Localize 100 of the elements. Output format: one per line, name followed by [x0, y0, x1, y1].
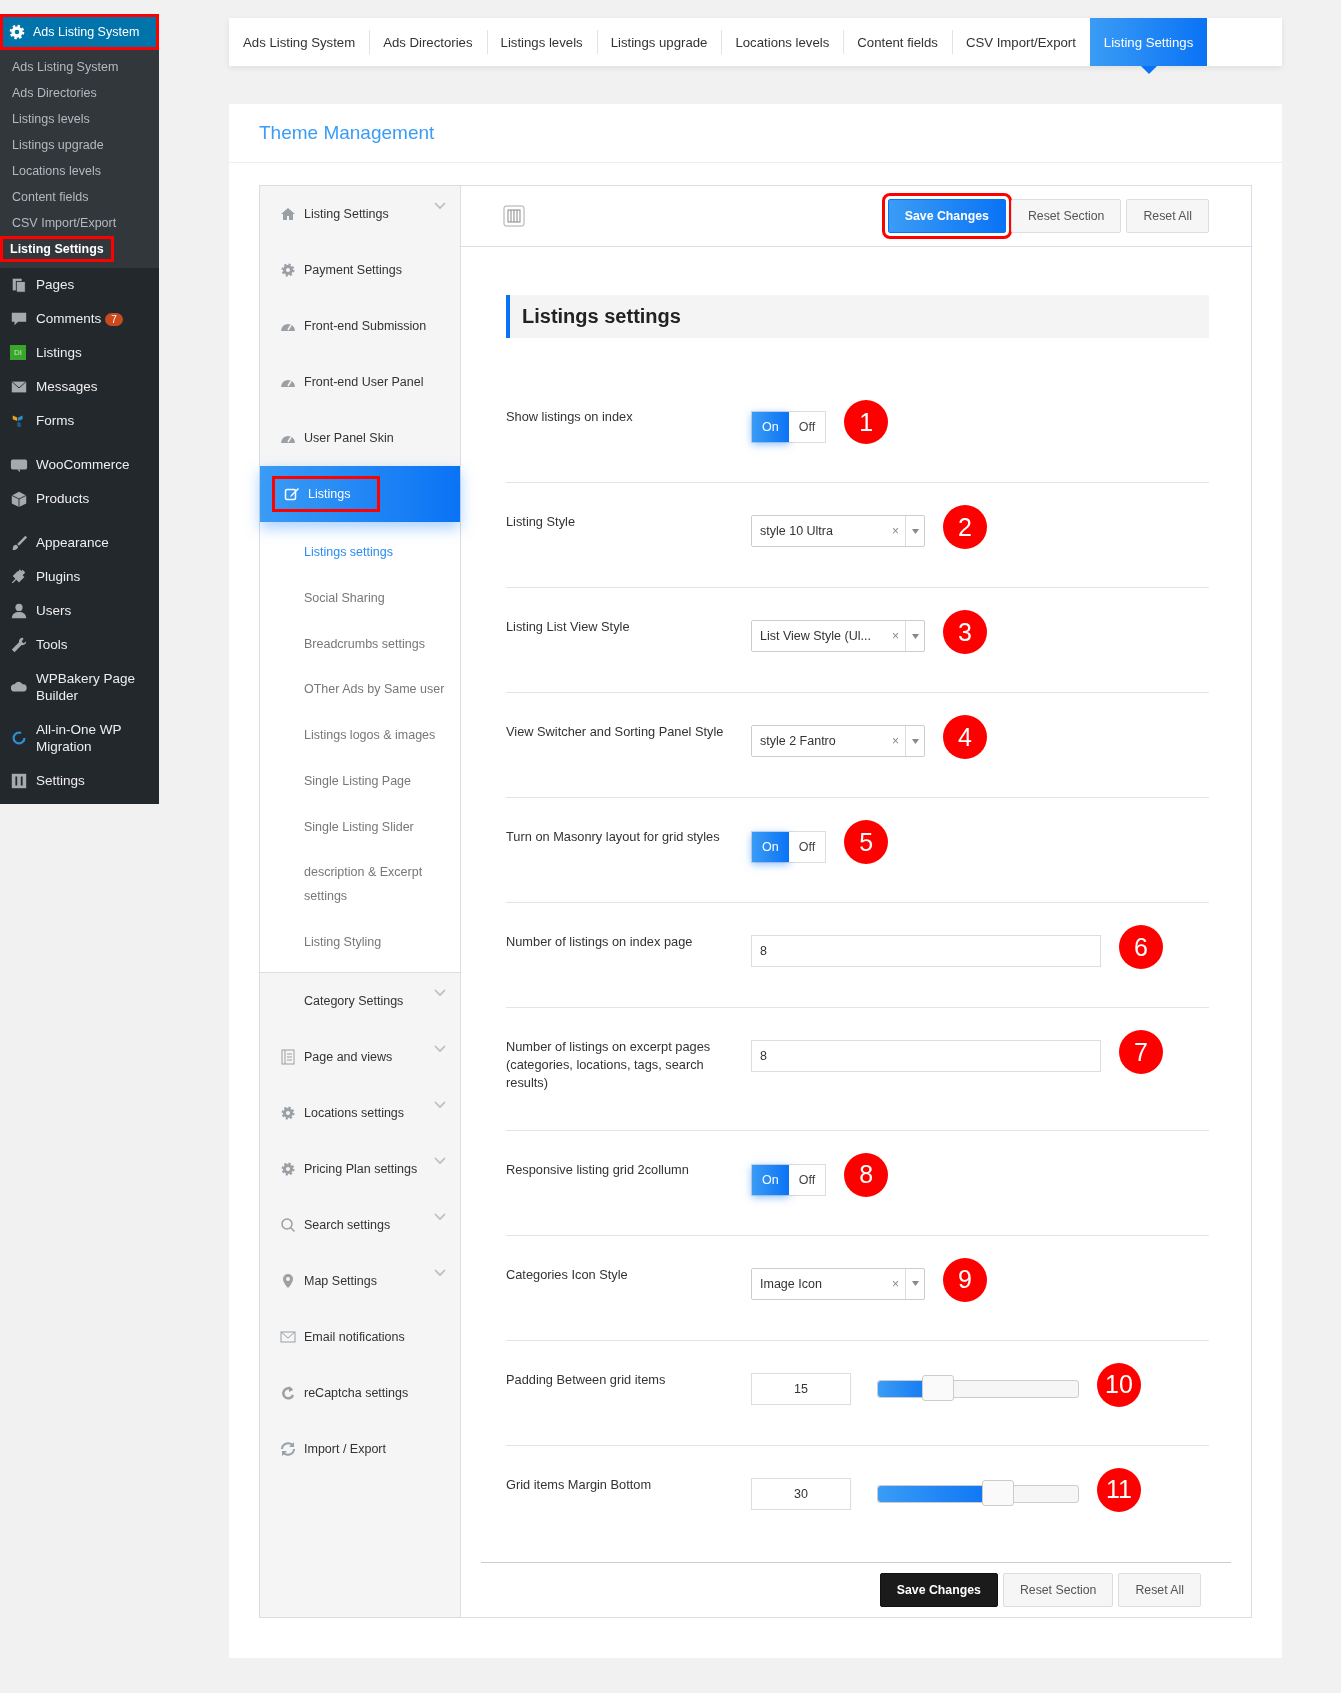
count-badge: 7: [105, 313, 123, 327]
gear-icon: [280, 1104, 296, 1121]
nav-item[interactable]: Email notifications: [260, 1308, 460, 1365]
nav-subitem[interactable]: Listings settings: [260, 530, 460, 576]
submenu-item[interactable]: Content fields: [0, 184, 101, 210]
submenu-item[interactable]: CSV Import/Export: [0, 210, 129, 236]
pages-icon: [10, 276, 28, 294]
panel-title: Theme Management: [229, 104, 1282, 163]
admin-menu-item[interactable]: Comments 7: [0, 302, 159, 336]
submenu-item[interactable]: Listings levels: [0, 106, 102, 132]
reset-section-button[interactable]: Reset Section: [1002, 1572, 1114, 1607]
step-marker: 1: [844, 400, 889, 444]
admin-menu-item[interactable]: Appearance: [0, 525, 159, 560]
reset-all-button[interactable]: Reset All: [1126, 199, 1209, 233]
nav-item[interactable]: Category Settings: [260, 972, 460, 1029]
nav-item[interactable]: Import / Export: [260, 1420, 460, 1477]
step-marker: 6: [1119, 925, 1163, 969]
style-select[interactable]: Image Icon ×: [751, 1267, 925, 1300]
gear-icon: [280, 1160, 296, 1177]
nav-item[interactable]: Map Settings: [260, 1252, 460, 1309]
chevron-down-icon: [434, 988, 446, 997]
tab[interactable]: Locations levels: [721, 18, 844, 66]
search-icon: [280, 1216, 296, 1233]
step-marker: 5: [844, 820, 889, 864]
admin-menu-item[interactable]: All-in-One WP Migration: [0, 712, 159, 764]
step-marker: 8: [844, 1152, 889, 1197]
setting-label: Grid items Margin Bottom: [506, 1475, 653, 1494]
nav-item[interactable]: Locations settings: [260, 1084, 460, 1141]
submenu-item[interactable]: Listings upgrade: [0, 132, 116, 158]
caret-icon: [911, 528, 919, 534]
chevron-down-icon: [434, 1100, 446, 1109]
nav-subitem[interactable]: Social Sharing: [260, 575, 460, 622]
tab[interactable]: Ads Directories: [369, 18, 487, 66]
submenu-item[interactable]: Locations levels: [0, 158, 113, 184]
submenu-item[interactable]: Listing Settings: [0, 236, 114, 262]
admin-menu-item[interactable]: Settings: [0, 763, 159, 798]
nav-item[interactable]: Search settings: [260, 1196, 460, 1253]
nav-item[interactable]: reCaptcha settings: [260, 1364, 460, 1421]
nav-subitem[interactable]: Single Listing Page: [260, 758, 460, 805]
admin-menu-item[interactable]: Plugins: [0, 559, 159, 594]
admin-menu-header[interactable]: Ads Listing System: [0, 14, 159, 50]
style-select[interactable]: List View Style (Ul... ×: [751, 620, 925, 652]
nav-subitem[interactable]: Listings logos & images: [260, 713, 460, 759]
step-marker: 4: [943, 715, 987, 759]
admin-menu-item[interactable]: DI Listings: [0, 336, 159, 370]
style-select[interactable]: style 2 Fantro ×: [751, 725, 925, 757]
tab[interactable]: Listings levels: [486, 18, 597, 66]
nav-item[interactable]: Front-end Submission: [260, 298, 460, 354]
admin-menu-item[interactable]: Pages: [0, 268, 159, 302]
slider-handle[interactable]: [982, 1479, 1014, 1506]
caret-icon: [911, 738, 919, 744]
chevron-down-icon: [434, 202, 446, 210]
admin-menu-item[interactable]: Messages: [0, 369, 159, 404]
reset-all-button[interactable]: Reset All: [1118, 1572, 1201, 1607]
style-select[interactable]: style 10 Ultra ×: [751, 515, 925, 547]
save-button[interactable]: Save Changes: [879, 1572, 998, 1607]
caret-icon: [911, 1281, 919, 1287]
setting-label: Listing List View Style: [506, 618, 631, 636]
brush-icon: [10, 533, 28, 552]
admin-menu-item[interactable]: Tools: [0, 627, 159, 662]
gear-icon: [280, 262, 296, 278]
nav-item[interactable]: Pricing Plan settings: [260, 1140, 460, 1197]
admin-menu-item[interactable]: Forms: [0, 403, 159, 438]
tab[interactable]: Content fields: [843, 18, 952, 66]
plug-icon: [10, 567, 28, 586]
number-field[interactable]: 15: [751, 1372, 851, 1405]
tab[interactable]: Listings upgrade: [596, 18, 722, 66]
nav-item[interactable]: Front-end User Panel: [260, 354, 460, 410]
admin-menu-item[interactable]: Products: [0, 481, 159, 516]
setting-label: Turn on Masonry layout for grid styles: [506, 828, 721, 846]
nav-item[interactable]: Page and views: [260, 1028, 460, 1085]
step-marker: 9: [943, 1257, 987, 1302]
submenu-item[interactable]: Ads Listing System: [0, 54, 131, 80]
nav-subitem[interactable]: description & Excerpt settings: [260, 850, 460, 920]
number-field[interactable]: 8: [751, 935, 1101, 967]
highlight-frame: Listings: [272, 476, 381, 512]
number-field[interactable]: 8: [751, 1040, 1101, 1072]
setting-label: View Switcher and Sorting Panel Style: [506, 723, 725, 741]
plugin-icon: DI: [10, 345, 26, 361]
nav-item[interactable]: Payment Settings: [260, 242, 460, 298]
submenu-item[interactable]: Ads Directories: [0, 80, 109, 106]
nav-subitem[interactable]: OTher Ads by Same user: [260, 667, 460, 713]
sync-icon: [280, 1440, 296, 1457]
tab[interactable]: Ads Listing System: [229, 18, 370, 66]
nav-subitem[interactable]: Listing Styling: [260, 919, 460, 966]
setting-label: Listing Style: [506, 513, 576, 531]
layout-icon[interactable]: [503, 205, 525, 227]
tab[interactable]: CSV Import/Export: [951, 18, 1090, 66]
reset-section-button[interactable]: Reset Section: [1010, 199, 1122, 233]
nav-item[interactable]: Listing Settings: [260, 186, 460, 242]
user-icon: [10, 601, 28, 620]
setting-label: Number of listings on excerpt pages (categories, locations, tags, search results): [506, 1038, 712, 1092]
nav-subitem[interactable]: Breadcrumbs settings: [260, 621, 460, 668]
admin-menu-item[interactable]: WooCommerce: [0, 447, 159, 482]
admin-menu-item[interactable]: WPBakery Page Builder: [0, 661, 159, 713]
slider-handle[interactable]: [922, 1374, 954, 1401]
nav-subitem[interactable]: Single Listing Slider: [260, 804, 460, 851]
number-field[interactable]: 30: [751, 1477, 851, 1510]
nav-item[interactable]: User Panel Skin: [260, 410, 460, 466]
admin-menu-item[interactable]: Users: [0, 593, 159, 628]
